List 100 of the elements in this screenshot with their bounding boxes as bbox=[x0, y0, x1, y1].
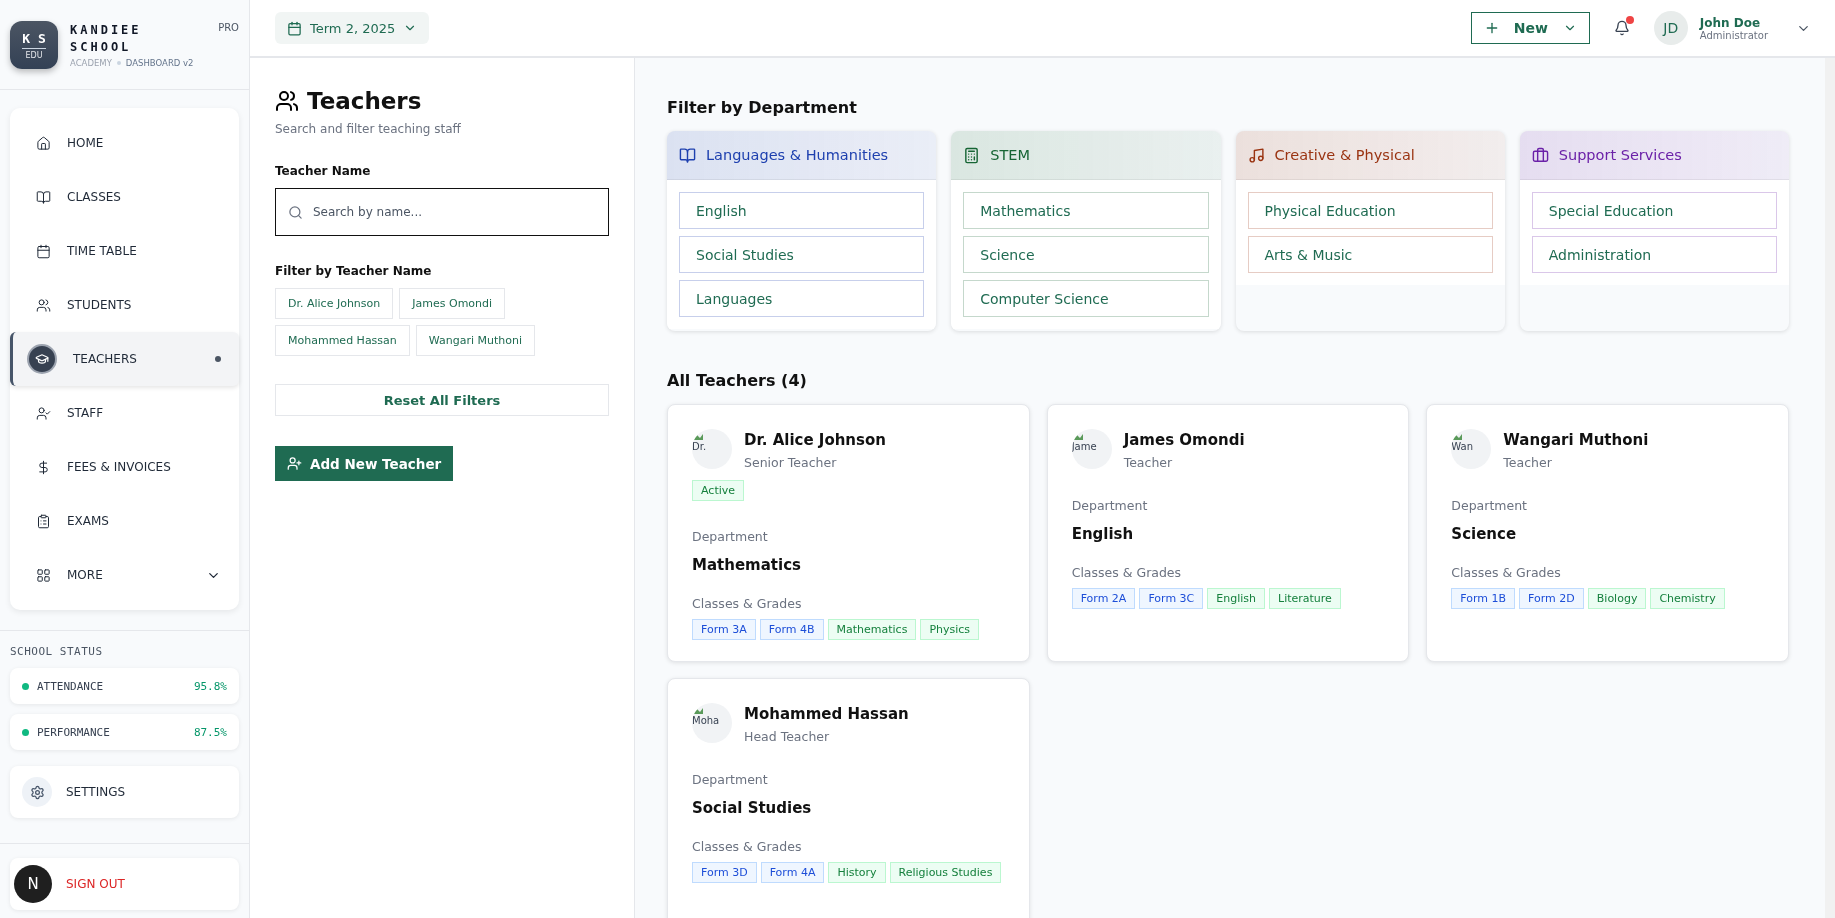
subject-tag: Chemistry bbox=[1650, 588, 1725, 609]
school-name: KANDIEE SCHOOL bbox=[70, 21, 142, 56]
field-label: Department bbox=[1071, 498, 1149, 513]
teacher-name: Mohammed Hassan bbox=[744, 705, 909, 723]
subject-filter[interactable]: Computer Science bbox=[963, 280, 1209, 317]
field-label: Classes & Grades bbox=[1451, 565, 1562, 580]
settings-button[interactable]: SETTINGS bbox=[10, 766, 239, 818]
bell-icon bbox=[1613, 20, 1630, 36]
class-tag: Form 4B bbox=[759, 619, 824, 640]
department-value: Mathematics bbox=[692, 556, 802, 574]
grid-icon bbox=[36, 567, 51, 583]
department-value: English bbox=[1071, 525, 1135, 543]
nav-item[interactable]: CLASSES bbox=[10, 170, 239, 224]
subject-tag: Mathematics bbox=[827, 619, 917, 640]
subject-filter[interactable]: Arts & Music bbox=[1247, 236, 1493, 273]
brand-tagline: ACADEMY bbox=[70, 57, 112, 68]
search-icon bbox=[288, 204, 303, 220]
status-tag: Active bbox=[692, 480, 745, 501]
section-title: Filter by Department bbox=[667, 98, 858, 117]
users-icon bbox=[36, 297, 51, 313]
field-label: Classes & Grades bbox=[692, 839, 803, 854]
avatar-placeholder: Jame bbox=[1071, 429, 1112, 469]
teacher-filter-chip[interactable]: Dr. Alice Johnson bbox=[275, 288, 394, 319]
subject-tag: English bbox=[1207, 588, 1265, 609]
sign-out-button[interactable]: N SIGN OUT bbox=[10, 858, 239, 910]
teacher-name: James Omondi bbox=[1123, 431, 1245, 449]
teacher-card[interactable]: Wan Wangari Muthoni Teacher Department Science Classes & Grades Form 1B Form 2D Biology Chemistry bbox=[1426, 404, 1789, 662]
reset-filters-button[interactable]: Reset All Filters bbox=[275, 384, 609, 416]
field-label: Filter by Teacher Name bbox=[275, 264, 433, 278]
class-tag: Form 4A bbox=[760, 862, 825, 883]
user-avatar[interactable]: JD bbox=[1653, 11, 1688, 45]
briefcase-icon bbox=[1531, 146, 1549, 164]
nav-item[interactable]: MORE bbox=[10, 548, 239, 602]
add-teacher-button[interactable]: Add New Teacher bbox=[275, 446, 454, 481]
class-tag: Form 2D bbox=[1519, 588, 1584, 609]
teacher-card[interactable]: Jame James Omondi Teacher Department English Classes & Grades Form 2A Form 3C English Literature bbox=[1046, 404, 1410, 662]
teacher-filter-chip[interactable]: Mohammed Hassan bbox=[275, 325, 410, 356]
subject-filter[interactable]: Science bbox=[963, 236, 1209, 273]
field-label: Teacher Name bbox=[275, 164, 372, 178]
nav-item[interactable]: EXAMS bbox=[10, 494, 239, 548]
nav-item[interactable]: TIME TABLE bbox=[10, 224, 239, 278]
subject-filter[interactable]: English bbox=[679, 192, 925, 229]
nav-item[interactable]: STAFF bbox=[10, 386, 239, 440]
subject-tag: Literature bbox=[1269, 588, 1341, 609]
plan-label: PRO bbox=[218, 21, 239, 33]
page-title: Teachers bbox=[307, 88, 422, 114]
book-icon bbox=[679, 146, 696, 164]
music-icon bbox=[1247, 146, 1265, 164]
teacher-filter-chip[interactable]: James Omondi bbox=[399, 288, 506, 319]
active-dot bbox=[215, 356, 221, 362]
class-tag: Form 3D bbox=[692, 862, 757, 883]
subject-tag: Physics bbox=[920, 619, 980, 640]
nav-item[interactable]: HOME bbox=[10, 116, 239, 170]
teacher-role: Teacher bbox=[1123, 455, 1174, 470]
search-field[interactable]: Search by name... bbox=[275, 188, 609, 236]
teacher-filter-chip[interactable]: Wangari Muthoni bbox=[415, 325, 535, 356]
calculator-icon bbox=[963, 146, 981, 164]
subject-filter[interactable]: Physical Education bbox=[1247, 192, 1493, 229]
home-icon bbox=[36, 135, 51, 151]
clipboard-icon bbox=[36, 513, 51, 529]
nav-item[interactable]: TEACHERS bbox=[10, 332, 239, 386]
teacher-name: Wangari Muthoni bbox=[1503, 431, 1649, 449]
subject-filter[interactable]: Special Education bbox=[1531, 192, 1777, 229]
department-name: Languages & Humanities bbox=[706, 147, 889, 163]
school-logo: K S EDU bbox=[10, 20, 58, 69]
subject-filter[interactable]: Administration bbox=[1531, 236, 1777, 273]
subject-tag: Biology bbox=[1587, 588, 1647, 609]
department-name: Support Services bbox=[1558, 147, 1682, 163]
field-label: Classes & Grades bbox=[1071, 565, 1183, 580]
class-tag: Form 2A bbox=[1071, 588, 1136, 609]
teacher-role: Senior Teacher bbox=[744, 455, 838, 470]
status-value: 87.5% bbox=[193, 725, 227, 739]
section-title: SCHOOL STATUS bbox=[10, 645, 104, 658]
calendar-icon bbox=[287, 20, 302, 36]
subject-filter[interactable]: Mathematics bbox=[963, 192, 1209, 229]
dollar-icon bbox=[36, 459, 51, 475]
settings-icon bbox=[22, 777, 52, 807]
new-button[interactable]: New bbox=[1470, 12, 1590, 44]
subject-tag: Religious Studies bbox=[889, 862, 1002, 883]
avatar-placeholder: Wan bbox=[1451, 429, 1492, 469]
field-label: Department bbox=[692, 529, 769, 544]
version-label: DASHBOARD v2 bbox=[125, 57, 194, 68]
subject-tag: History bbox=[828, 862, 886, 883]
teacher-role: Teacher bbox=[1503, 455, 1553, 470]
user-avatar: N bbox=[14, 865, 52, 903]
teacher-card[interactable]: Dr. Dr. Alice Johnson Senior Teacher Active Department Mathematics Classes & Grades Form 3A Form 4B Mathematics Physics bbox=[667, 404, 1030, 662]
class-tag: Form 3C bbox=[1139, 588, 1204, 609]
department-value: Social Studies bbox=[692, 799, 813, 817]
department-value: Science bbox=[1451, 525, 1518, 543]
nav-item[interactable]: STUDENTS bbox=[10, 278, 239, 332]
subject-filter[interactable]: Social Studies bbox=[679, 236, 925, 273]
department-name: Creative & Physical bbox=[1274, 147, 1415, 163]
subject-filter[interactable]: Languages bbox=[679, 280, 925, 317]
teacher-role: Head Teacher bbox=[744, 729, 831, 744]
section-title: All Teachers (4) bbox=[667, 371, 808, 390]
nav-item[interactable]: FEES & INVOICES bbox=[10, 440, 239, 494]
teacher-card[interactable]: Moha Mohammed Hassan Head Teacher Department Social Studies Classes & Grades Form 3D Form 4A History Religious Studies bbox=[667, 678, 1030, 918]
user-check-icon bbox=[36, 405, 51, 421]
term-selector[interactable]: Term 2, 2025 bbox=[275, 12, 430, 44]
field-label: Department bbox=[1451, 498, 1528, 513]
